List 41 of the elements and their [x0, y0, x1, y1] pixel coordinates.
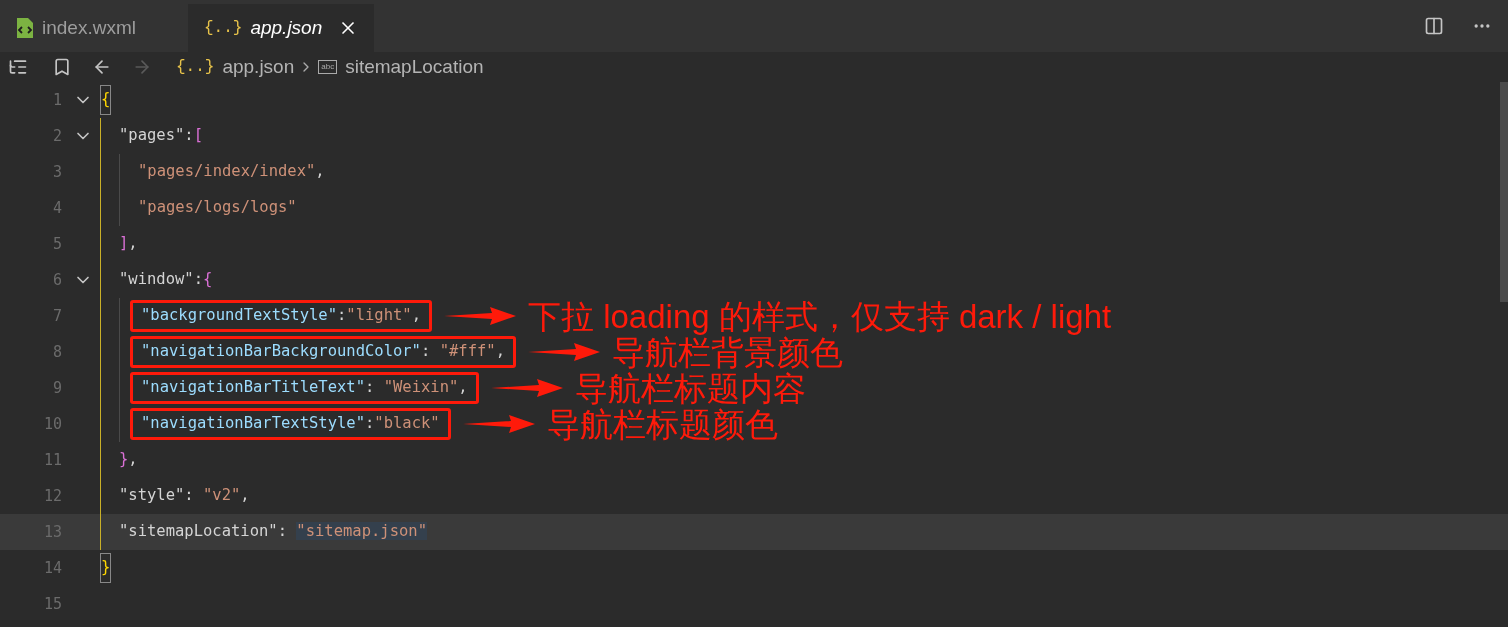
code-line: "navigationBarTextStyle":"black": [141, 413, 440, 435]
breadcrumb-item[interactable]: app.json: [222, 52, 295, 82]
annotation-text: 下拉 loading 的样式，仅支持 dark / light: [528, 299, 1112, 333]
code-line: "pages/index/index",: [138, 161, 325, 183]
code-line: "backgroundTextStyle":"light",: [141, 305, 421, 327]
line-number: 3: [52, 162, 62, 181]
line-number: 9: [52, 378, 62, 397]
tab-label: app.json: [250, 15, 323, 40]
code-line: }: [101, 557, 111, 579]
code-line: "style": "v2",: [119, 485, 250, 507]
annotation-text: 导航栏标题颜色: [546, 407, 778, 441]
code-line: "navigationBarBackgroundColor": "#fff",: [141, 341, 505, 363]
symbol-icon: abc: [318, 60, 338, 74]
line-number: 12: [43, 486, 62, 505]
json-icon: {..}: [176, 55, 215, 79]
line-number: 11: [43, 450, 62, 469]
line-number: 4: [52, 198, 62, 217]
code-line: "sitemapLocation": "sitemap.json": [119, 521, 427, 543]
editor-tab[interactable]: index.wxml: [0, 4, 188, 52]
code-line: },: [119, 449, 138, 471]
line-number: 5: [52, 234, 62, 253]
code-line: "pages/logs/logs": [138, 197, 297, 219]
line-number: 1: [52, 90, 62, 109]
tab-label: index.wxml: [42, 15, 136, 40]
line-number: 6: [52, 270, 62, 289]
code-line: {: [101, 89, 111, 111]
code-line: ],: [119, 233, 138, 255]
code-line: "navigationBarTitleText": "Weixin",: [141, 377, 468, 399]
line-number: 2: [52, 126, 62, 145]
line-number: 7: [52, 306, 62, 325]
annotation-text: 导航栏标题内容: [574, 371, 806, 405]
line-number: 14: [43, 558, 62, 577]
code-line: "pages":[: [119, 125, 203, 147]
editor-tab[interactable]: {..} app.json: [188, 4, 375, 52]
line-number: 15: [43, 594, 62, 613]
breadcrumb-item[interactable]: sitemapLocation: [345, 52, 484, 82]
json-icon: {..}: [204, 16, 243, 40]
line-number: 10: [43, 414, 62, 433]
code-line: "window":{: [119, 269, 213, 291]
line-number: 8: [52, 342, 62, 361]
annotation-text: 导航栏背景颜色: [612, 335, 843, 369]
